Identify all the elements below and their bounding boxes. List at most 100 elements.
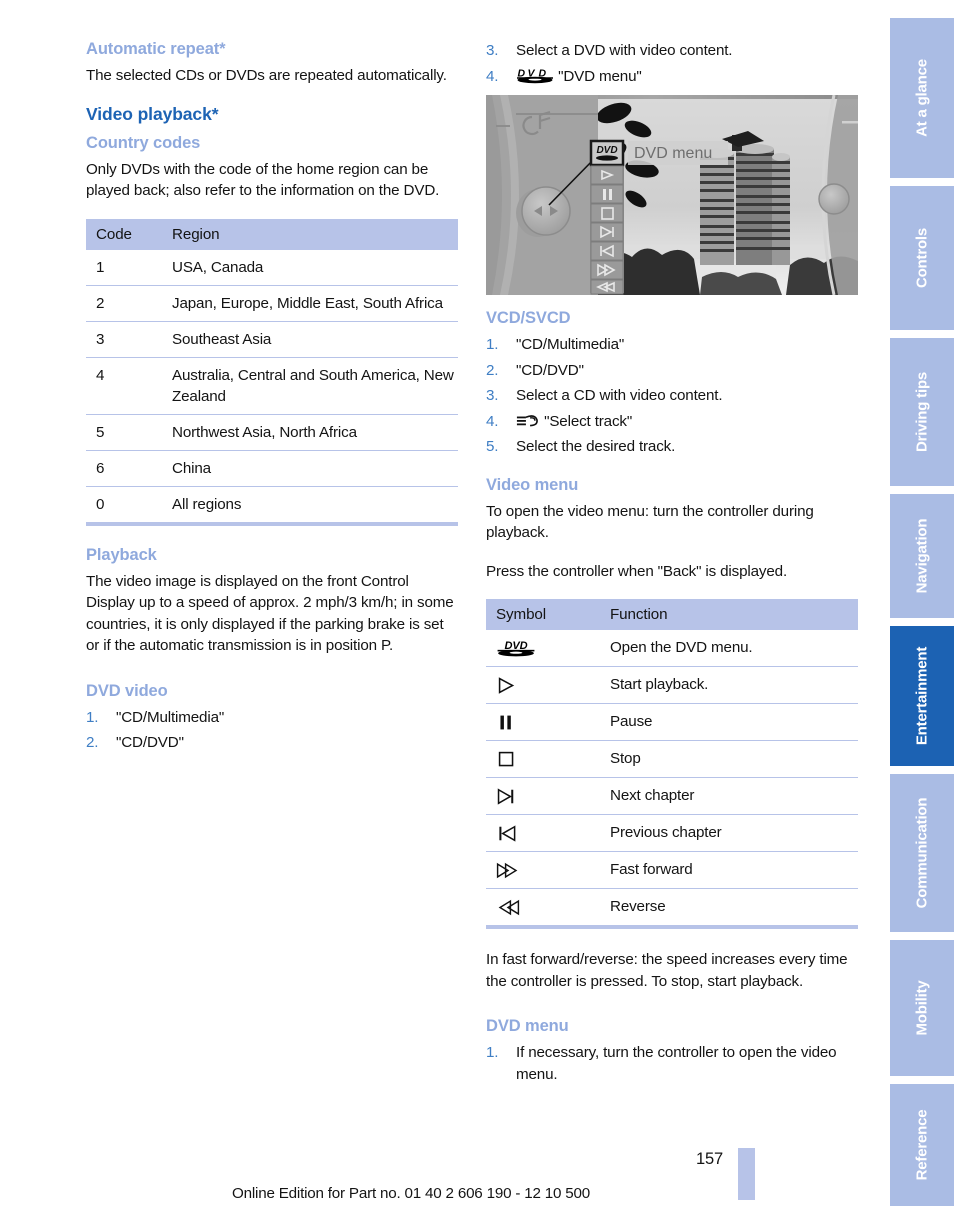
sidebar-item-driving-tips[interactable]: Driving tips — [890, 338, 954, 486]
cell-function: Fast forward — [600, 851, 858, 889]
step-text: "Select track" — [544, 412, 633, 430]
tab-label: Entertainment — [913, 646, 931, 746]
table-row: Pause — [486, 703, 858, 741]
table-row: Reverse — [486, 888, 858, 929]
cell-function: Start playback. — [600, 666, 858, 704]
step-number: 2. — [486, 361, 499, 379]
table-header-row: Symbol Function — [486, 599, 858, 630]
right-column: 3. Select a DVD with video content. 4. D… — [486, 40, 858, 1089]
table-row: 2 Japan, Europe, Middle East, South Afri… — [86, 285, 458, 322]
table-row: 3 Southeast Asia — [86, 321, 458, 358]
column-header-region: Region — [162, 218, 458, 250]
control-display-dvd-menu-screenshot: DVD DVD menu — [486, 95, 858, 295]
list-item: 4. "Select track" — [486, 411, 858, 433]
cell-code: 6 — [86, 450, 162, 487]
page-number: 157 — [696, 1150, 723, 1168]
sidebar-item-communication[interactable]: Communication — [890, 774, 954, 932]
country-codes-table: Code Region 1 USA, Canada 2 Japan, Europ… — [86, 218, 458, 526]
cell-code: 3 — [86, 321, 162, 358]
sidebar-item-controls[interactable]: Controls — [890, 186, 954, 330]
table-row: 4 Australia, Central and South America, … — [86, 357, 458, 415]
paragraph-fast-forward-note: In fast forward/reverse: the speed incre… — [486, 951, 848, 990]
list-item: 3. Select a CD with video content. — [486, 385, 858, 407]
step-number: 1. — [486, 336, 499, 353]
cell-region: All regions — [162, 486, 458, 526]
cell-code: 2 — [86, 285, 162, 322]
cell-function: Stop — [600, 740, 858, 778]
manual-page: Automatic repeat* The selected CDs or DV… — [0, 0, 954, 1215]
play-icon — [496, 674, 596, 696]
step-text: "CD/DVD" — [116, 734, 184, 751]
dvd-menu-steps: 1. If necessary, turn the controller to … — [486, 1042, 858, 1085]
cell-function: Reverse — [600, 888, 858, 929]
table-row: Previous chapter — [486, 814, 858, 852]
list-item: 1. "CD/Multimedia" — [486, 334, 858, 356]
step-text: Select a DVD with video content. — [516, 42, 733, 59]
cell-code: 4 — [86, 357, 162, 415]
next-chapter-icon — [496, 785, 596, 807]
sidebar-item-reference[interactable]: Reference — [890, 1084, 954, 1206]
step-text: "CD/DVD" — [516, 361, 584, 379]
stop-icon — [496, 748, 596, 770]
sidebar-item-mobility[interactable]: Mobility — [890, 940, 954, 1076]
cell-code: 5 — [86, 414, 162, 451]
list-item: 1. If necessary, turn the controller to … — [486, 1042, 858, 1085]
sidebar-item-at-a-glance[interactable]: At a glance — [890, 18, 954, 178]
column-header-symbol: Symbol — [486, 599, 600, 630]
cell-function: Pause — [600, 703, 858, 741]
cell-symbol — [486, 888, 600, 929]
cell-symbol — [486, 777, 600, 815]
cell-region: China — [162, 450, 458, 487]
table-row: 5 Northwest Asia, North Africa — [86, 414, 458, 451]
paragraph-video-menu-back: Press the controller when "Back" is disp… — [486, 562, 788, 580]
table-row: DVD Open the DVD menu. — [486, 630, 858, 667]
vcd-svcd-steps: 1. "CD/Multimedia" 2. "CD/DVD" 3. Select… — [486, 334, 858, 458]
cell-symbol — [486, 814, 600, 852]
table-header-row: Code Region — [86, 218, 458, 250]
step-text: "CD/Multimedia" — [516, 336, 625, 353]
previous-chapter-icon — [496, 822, 596, 844]
cell-code: 0 — [86, 486, 162, 526]
heading-video-playback: Video playback* — [86, 103, 219, 124]
list-item: 5. Select the desired track. — [486, 436, 858, 458]
step-text: "DVD menu" — [558, 67, 642, 85]
page-columns: Automatic repeat* The selected CDs or DV… — [86, 40, 858, 1130]
step-text: Select the desired track. — [516, 438, 676, 455]
table-row: 0 All regions — [86, 486, 458, 526]
sidebar-item-entertainment[interactable]: Entertainment — [890, 626, 954, 766]
step-text: Select a CD with video content. — [516, 387, 723, 404]
cell-region: Southeast Asia — [162, 321, 458, 358]
list-item: 3. Select a DVD with video content. — [486, 40, 858, 62]
tab-label: At a glance — [913, 59, 931, 137]
step-number: 3. — [486, 42, 499, 59]
list-item: 4. D V D "DVD menu" — [486, 66, 858, 88]
step-number: 1. — [86, 708, 99, 726]
heading-automatic-repeat: Automatic repeat* — [86, 40, 226, 58]
tab-label: Navigation — [913, 518, 931, 594]
cell-symbol — [486, 666, 600, 704]
table-row: Fast forward — [486, 851, 858, 889]
chapter-tabs: At a glance Controls Driving tips Naviga… — [890, 0, 954, 1215]
dvd-video-steps-continued: 3. Select a DVD with video content. 4. D… — [486, 40, 858, 87]
column-header-function: Function — [600, 599, 858, 630]
step-number: 3. — [486, 387, 499, 404]
table-row: 6 China — [86, 450, 458, 487]
heading-dvd-menu: DVD menu — [486, 1017, 569, 1035]
dvd-logo-icon: D V D — [516, 67, 554, 84]
step-text: "CD/Multimedia" — [116, 708, 225, 726]
cell-region: USA, Canada — [162, 249, 458, 286]
table-row: Next chapter — [486, 777, 858, 815]
sidebar-item-navigation[interactable]: Navigation — [890, 494, 954, 618]
cell-symbol — [486, 740, 600, 778]
list-item: 2. "CD/DVD" — [486, 360, 858, 382]
step-number: 1. — [486, 1044, 499, 1061]
cell-function: Previous chapter — [600, 814, 858, 852]
heading-video-menu: Video menu — [486, 475, 579, 494]
dvd-logo-icon: DVD — [496, 637, 596, 659]
page-marker-bar — [738, 1148, 755, 1200]
